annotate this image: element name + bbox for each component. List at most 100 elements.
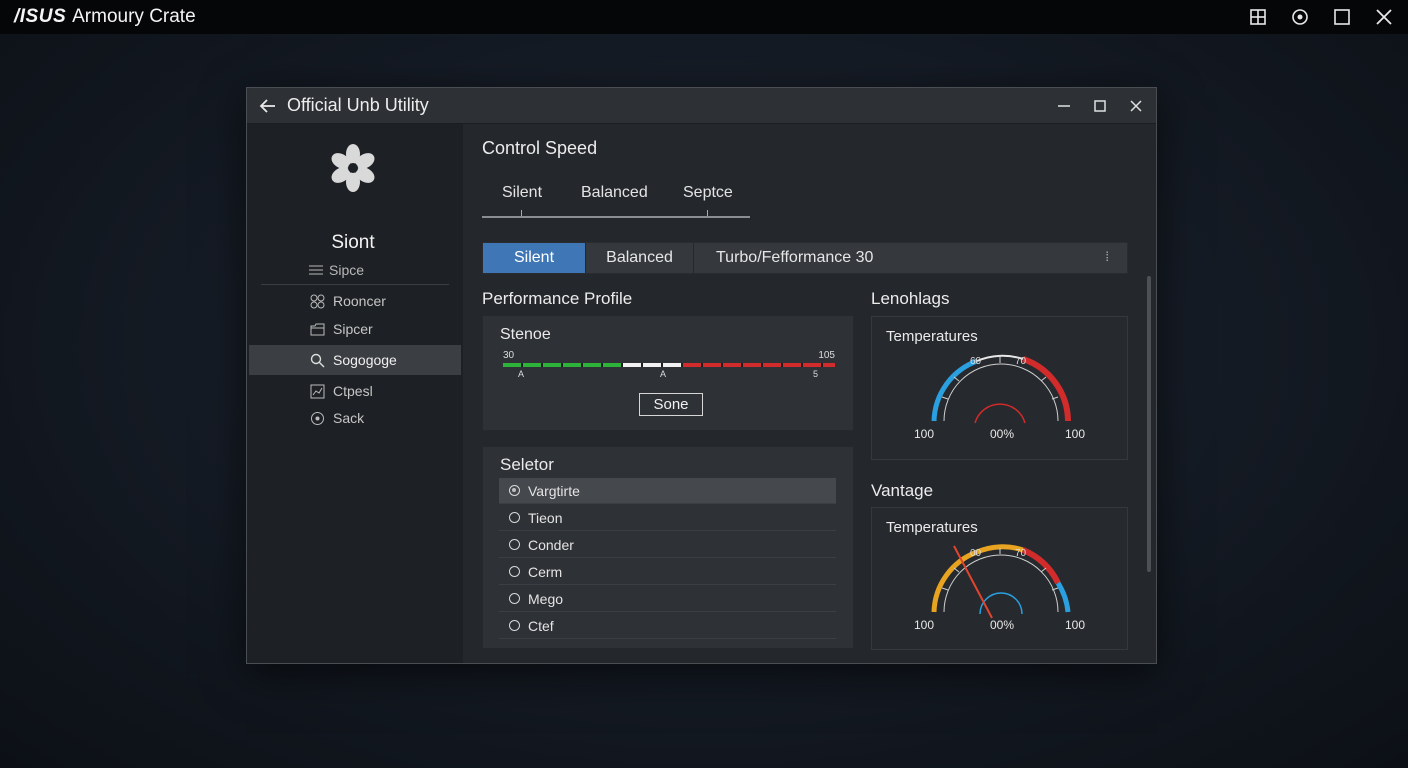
- performance-slider[interactable]: 30 105 A A 5: [501, 350, 835, 380]
- selector-option[interactable]: Vargtirte: [499, 478, 836, 504]
- selector-option[interactable]: Tieon: [499, 505, 836, 531]
- grid-icon[interactable]: [1248, 7, 1268, 27]
- sidebar: Siont Sipce Rooncer Sipcer Sogogoge Ctpe…: [247, 124, 463, 663]
- sone-button[interactable]: Sone: [639, 393, 703, 416]
- selector-option[interactable]: Cerm: [499, 559, 836, 585]
- selector-panel: Seletor Vargtirte Tieon Conder Cerm Mego…: [482, 446, 854, 649]
- selector-option[interactable]: Ctef: [499, 613, 836, 639]
- sidebar-subtitle-label: Sipce: [329, 262, 365, 278]
- gauge-bottom-left-value: 100: [914, 618, 935, 632]
- radio-icon: [509, 620, 520, 631]
- mode-selector: Silent Balanced Turbo/Fefformance 30 ⁞: [482, 242, 1128, 274]
- restore-icon[interactable]: [1092, 98, 1108, 114]
- gauge-bottom-tick-a: 00: [970, 548, 982, 559]
- selector-option[interactable]: Conder: [499, 532, 836, 558]
- utility-window: Official Unb Utility Siont Sipce Rooncer…: [246, 87, 1157, 664]
- window-close-icon[interactable]: [1128, 98, 1144, 114]
- sidebar-item-rooncer[interactable]: Rooncer: [249, 286, 461, 316]
- selector-option-label: Ctef: [528, 617, 554, 634]
- vertical-scrollbar[interactable]: [1147, 276, 1151, 572]
- control-speed-title: Control Speed: [482, 138, 598, 158]
- gauge-top-left-value: 100: [914, 427, 935, 441]
- window-title-bar: Official Unb Utility: [247, 88, 1156, 124]
- tab-silent[interactable]: Silent: [502, 184, 542, 202]
- performance-profile-label: Performance Profile: [482, 289, 633, 308]
- slider-mark-right: 5: [813, 369, 819, 379]
- selector-option-label: Vargtirte: [528, 482, 580, 499]
- performance-profile-panel: Stenoe 30 105 A A 5 Sone: [482, 315, 854, 431]
- slider-mark-mid: A: [660, 369, 667, 379]
- radio-icon: [509, 593, 520, 604]
- target-icon: [309, 410, 325, 426]
- gauge-top-tick-a: 60: [970, 356, 982, 367]
- sidebar-item-label: Rooncer: [333, 293, 386, 309]
- sidebar-item-label: Ctpesl: [333, 383, 373, 399]
- gauge-bottom-center-value: 00%: [990, 618, 1015, 632]
- list-icon: [309, 265, 323, 275]
- slider-green-segment: [503, 363, 623, 367]
- dropdown-caret-icon: ⁞: [1105, 249, 1109, 264]
- slider-min-label: 30: [503, 350, 515, 361]
- mode-balanced-button[interactable]: Balanced: [586, 243, 694, 273]
- slider-red-segment: [683, 363, 835, 367]
- app-window-controls: [1248, 0, 1394, 34]
- folder-icon: [309, 321, 325, 337]
- sidebar-item-label: Sack: [333, 410, 365, 426]
- maximize-icon[interactable]: [1332, 7, 1352, 27]
- speed-tick: [521, 210, 522, 216]
- chart-icon: [309, 383, 325, 399]
- radio-icon: [509, 512, 520, 523]
- sidebar-item-sack[interactable]: Sack: [249, 403, 461, 433]
- gauge-bottom-right-value: 100: [1065, 618, 1086, 632]
- minimize-icon[interactable]: [1056, 98, 1072, 114]
- sidebar-item-label: Sipcer: [333, 321, 373, 337]
- radio-icon: [509, 566, 520, 577]
- window-title: Official Unb Utility: [287, 95, 429, 115]
- selector-option-label: Tieon: [528, 509, 563, 526]
- asus-logo: /ISUS: [14, 6, 67, 27]
- app-title-bar: /ISUS Armoury Crate: [0, 0, 1408, 34]
- sidebar-title: Siont: [331, 232, 375, 253]
- temperature-gauge-bottom: Temperatures 00 70 100 00% 100: [871, 507, 1128, 650]
- speed-tick: [707, 210, 708, 216]
- radio-icon: [509, 539, 520, 550]
- slider-mark-left: A: [518, 369, 525, 379]
- selector-option-label: Conder: [528, 536, 574, 553]
- gauge-top-section-label: Lenohlags: [871, 289, 950, 308]
- speed-slider-track[interactable]: [482, 216, 750, 218]
- close-icon[interactable]: [1374, 7, 1394, 27]
- radio-selected-icon: [509, 485, 520, 496]
- window-controls: [1056, 88, 1144, 124]
- fan-icon: [331, 144, 375, 192]
- settings-circle-icon[interactable]: [1290, 7, 1310, 27]
- sidebar-item-sipcer[interactable]: Sipcer: [249, 314, 461, 344]
- mode-turbo-dropdown[interactable]: Turbo/Fefformance 30 ⁞: [694, 243, 1127, 273]
- tab-balanced[interactable]: Balanced: [581, 184, 648, 202]
- selector-option-label: Cerm: [528, 563, 563, 580]
- selector-title: Seletor: [500, 455, 554, 474]
- back-arrow-icon[interactable]: [257, 95, 279, 117]
- search-icon: [309, 352, 325, 368]
- sidebar-item-ctpesl[interactable]: Ctpesl: [249, 376, 461, 406]
- slider-max-label: 105: [818, 350, 835, 361]
- slider-white-segment: [623, 363, 683, 367]
- selector-option[interactable]: Mego: [499, 586, 836, 612]
- mode-silent-button[interactable]: Silent: [483, 243, 586, 273]
- sidebar-subtitle: Sipce: [309, 262, 364, 278]
- app-title: Armoury Crate: [72, 6, 196, 27]
- gauge-top-center-value: 00%: [990, 427, 1015, 441]
- sidebar-divider: [261, 284, 449, 285]
- gauge-bottom-tick-b: 70: [1015, 548, 1027, 559]
- gauge-top-right-value: 100: [1065, 427, 1086, 441]
- selector-option-label: Mego: [528, 590, 564, 607]
- mode-turbo-label: Turbo/Fefformance 30: [716, 249, 874, 266]
- tab-septce[interactable]: Septce: [683, 184, 733, 202]
- temperature-gauge-top: Temperatures 60 70 100 00% 100: [871, 316, 1128, 460]
- speed-tabs: Silent Balanced Septce: [482, 184, 750, 218]
- gauge-bottom-section-label: Vantage: [871, 481, 934, 500]
- gauge-top-tick-b: 70: [1015, 356, 1027, 367]
- sidebar-item-sogogoge[interactable]: Sogogoge: [249, 345, 461, 375]
- sidebar-item-label: Sogogoge: [333, 352, 397, 368]
- performance-panel-title: Stenoe: [500, 326, 551, 343]
- cluster-icon: [309, 293, 325, 309]
